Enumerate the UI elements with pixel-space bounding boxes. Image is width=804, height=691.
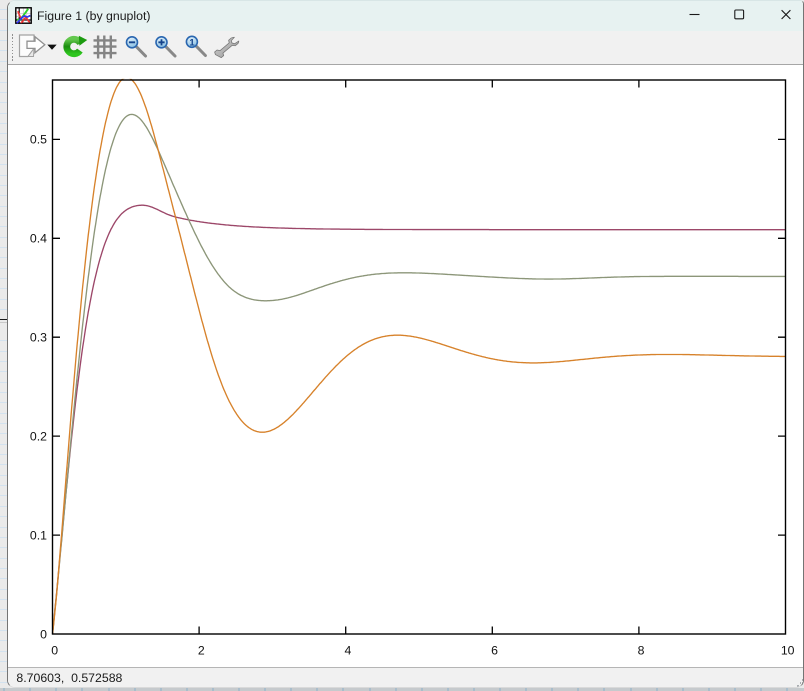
svg-text:0.2: 0.2 [30, 429, 47, 443]
svg-text:0.4: 0.4 [30, 232, 47, 246]
svg-text:0: 0 [40, 627, 47, 641]
svg-text:8: 8 [638, 644, 645, 658]
svg-text:0: 0 [51, 644, 58, 658]
svg-text:1: 1 [189, 38, 195, 49]
svg-text:6: 6 [491, 644, 498, 658]
svg-text:10: 10 [781, 644, 795, 658]
svg-text:0.5: 0.5 [30, 133, 47, 147]
svg-text:4: 4 [344, 644, 351, 658]
svg-text:0.1: 0.1 [30, 528, 47, 542]
svg-text:0.3: 0.3 [30, 331, 47, 345]
svg-text:2: 2 [198, 644, 205, 658]
